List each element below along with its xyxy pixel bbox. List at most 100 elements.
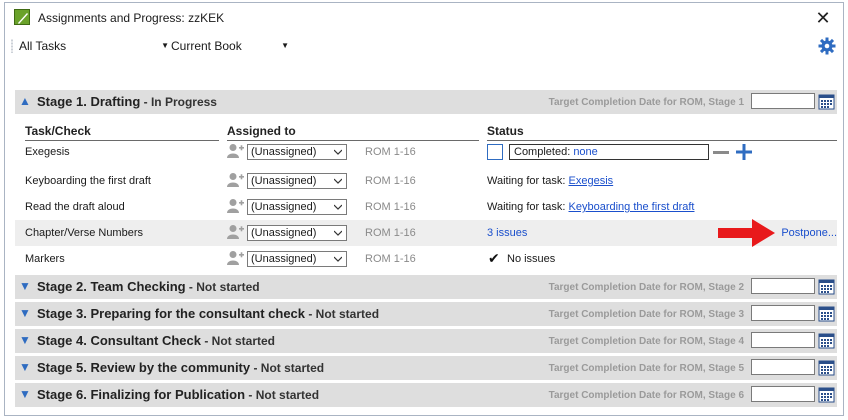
stage-6-date-input[interactable] xyxy=(751,386,815,402)
stage-6-title: Stage 6. Finalizing for Publication - No… xyxy=(37,387,320,402)
chevron-down-icon: ▼ xyxy=(161,41,169,50)
stage-4-status: - Not started xyxy=(200,334,275,348)
scope-dropdown[interactable]: Current Book ▼ xyxy=(171,37,289,55)
stage-4-header[interactable]: ▼ Stage 4. Consultant Check - Not starte… xyxy=(15,329,837,353)
gear-icon[interactable] xyxy=(818,37,836,55)
chevron-down-icon[interactable]: ▼ xyxy=(19,333,31,347)
add-user-icon[interactable] xyxy=(227,224,245,240)
stages-panel: ▲ Stage 1. Drafting - In Progress Target… xyxy=(15,63,837,409)
add-user-icon[interactable] xyxy=(227,198,245,214)
title-bar: Assignments and Progress: zzKEK ✕ xyxy=(5,3,843,33)
waiting-task-link[interactable]: Exegesis xyxy=(569,175,614,187)
chevron-down-icon xyxy=(334,149,342,155)
red-arrow-icon xyxy=(718,219,775,247)
toolbar: All Tasks ▼ Current Book ▼ xyxy=(5,33,843,59)
issues-link[interactable]: 3 issues xyxy=(487,227,527,239)
calendar-icon[interactable] xyxy=(818,305,835,322)
stage-5-header[interactable]: ▼ Stage 5. Review by the community - Not… xyxy=(15,356,837,380)
complete-checkbox[interactable] xyxy=(487,144,503,160)
book-range: ROM 1-16 xyxy=(365,175,416,187)
stage-1-target-label: Target Completion Date for ROM, Stage 1 xyxy=(548,97,744,108)
column-header-status: Status xyxy=(487,124,524,138)
toolbar-grip-icon[interactable] xyxy=(11,39,13,53)
add-chapter-button[interactable] xyxy=(735,143,753,161)
divider xyxy=(227,140,479,141)
chevron-down-icon: ▼ xyxy=(281,41,289,50)
task-name: Read the draft aloud xyxy=(25,201,125,213)
assignee-dropdown[interactable]: (Unassigned) xyxy=(247,199,347,215)
calendar-icon[interactable] xyxy=(818,359,835,376)
stage-6-status: - Not started xyxy=(245,388,320,402)
stage-2-header[interactable]: ▼ Stage 2. Team Checking - Not started T… xyxy=(15,275,837,299)
assignee-value: (Unassigned) xyxy=(251,201,317,213)
task-filter-dropdown[interactable]: All Tasks ▼ xyxy=(19,37,169,55)
stage-5-date-input[interactable] xyxy=(751,359,815,375)
calendar-icon[interactable] xyxy=(818,278,835,295)
stage-1-date-input[interactable] xyxy=(751,93,815,109)
checkmark-icon: ✔ xyxy=(488,250,500,266)
completed-field: Completed: none xyxy=(509,144,709,160)
stage-2-title: Stage 2. Team Checking - Not started xyxy=(37,279,260,294)
stage-1-title: Stage 1. Drafting - In Progress xyxy=(37,94,217,109)
task-name: Chapter/Verse Numbers xyxy=(25,227,143,239)
stage-3-date-input[interactable] xyxy=(751,305,815,321)
stage-4-date-input[interactable] xyxy=(751,332,815,348)
stage-1-tasks: Task/Check Assigned to Status Exegesis (… xyxy=(15,115,837,273)
task-row-markers: Markers (Unassigned) ROM 1-16 ✔ No issue… xyxy=(15,246,837,272)
task-row-read-aloud: Read the draft aloud (Unassigned) ROM 1-… xyxy=(15,194,837,220)
waiting-task-link[interactable]: Keyboarding the first draft xyxy=(569,201,695,213)
assignee-value: (Unassigned) xyxy=(251,175,317,187)
task-status: Waiting for task: Keyboarding the first … xyxy=(487,201,695,213)
assignee-dropdown[interactable]: (Unassigned) xyxy=(247,173,347,189)
add-user-icon[interactable] xyxy=(227,143,245,159)
remove-chapter-button[interactable] xyxy=(713,151,729,154)
app-logo-icon xyxy=(14,9,30,25)
column-header-assigned: Assigned to xyxy=(227,124,296,138)
stage-5-status: - Not started xyxy=(250,361,325,375)
calendar-icon[interactable] xyxy=(818,386,835,403)
close-button[interactable]: ✕ xyxy=(811,6,835,30)
stage-3-target-label: Target Completion Date for ROM, Stage 3 xyxy=(548,309,744,320)
chevron-down-icon[interactable]: ▼ xyxy=(19,360,31,374)
stage-1-header[interactable]: ▲ Stage 1. Drafting - In Progress Target… xyxy=(15,90,837,114)
chevron-down-icon[interactable]: ▼ xyxy=(19,306,31,320)
stage-4-target-label: Target Completion Date for ROM, Stage 4 xyxy=(548,336,744,347)
add-user-icon[interactable] xyxy=(227,172,245,188)
chevron-down-icon xyxy=(334,178,342,184)
assignee-dropdown[interactable]: (Unassigned) xyxy=(247,251,347,267)
assignee-value: (Unassigned) xyxy=(251,253,317,265)
stage-2-status: - Not started xyxy=(185,280,260,294)
stage-2-date-input[interactable] xyxy=(751,278,815,294)
stage-3-header[interactable]: ▼ Stage 3. Preparing for the consultant … xyxy=(15,302,837,326)
assignee-dropdown[interactable]: (Unassigned) xyxy=(247,144,347,160)
add-user-icon[interactable] xyxy=(227,250,245,266)
stage-5-target-label: Target Completion Date for ROM, Stage 5 xyxy=(548,363,744,374)
calendar-icon[interactable] xyxy=(818,332,835,349)
assignee-dropdown[interactable]: (Unassigned) xyxy=(247,225,347,241)
stage-2-target-label: Target Completion Date for ROM, Stage 2 xyxy=(548,282,744,293)
chevron-down-icon[interactable]: ▼ xyxy=(19,387,31,401)
book-range: ROM 1-16 xyxy=(365,253,416,265)
chevron-up-icon[interactable]: ▲ xyxy=(19,94,31,108)
stage-3-title: Stage 3. Preparing for the consultant ch… xyxy=(37,306,380,321)
postpone-link[interactable]: Postpone... xyxy=(781,227,837,239)
assignee-value: (Unassigned) xyxy=(251,227,317,239)
assignee-value: (Unassigned) xyxy=(251,146,317,158)
task-row-exegesis: Exegesis (Unassigned) ROM 1-16 Completed… xyxy=(15,142,837,168)
chevron-down-icon xyxy=(334,256,342,262)
task-row-chapter-verse: Chapter/Verse Numbers (Unassigned) ROM 1… xyxy=(15,219,837,247)
task-name: Exegesis xyxy=(25,146,70,158)
completed-label: Completed: xyxy=(514,146,574,158)
stage-3-status: - Not started xyxy=(305,307,380,321)
stage-6-header[interactable]: ▼ Stage 6. Finalizing for Publication - … xyxy=(15,383,837,407)
book-range: ROM 1-16 xyxy=(365,201,416,213)
chevron-down-icon[interactable]: ▼ xyxy=(19,279,31,293)
chevron-down-icon xyxy=(334,230,342,236)
calendar-icon[interactable] xyxy=(818,93,835,110)
task-row-keyboarding: Keyboarding the first draft (Unassigned)… xyxy=(15,168,837,194)
book-range: ROM 1-16 xyxy=(365,227,416,239)
completed-value[interactable]: none xyxy=(573,146,597,158)
task-status: Waiting for task: Exegesis xyxy=(487,175,614,187)
scope-value: Current Book xyxy=(171,39,242,53)
stage-5-title: Stage 5. Review by the community - Not s… xyxy=(37,360,325,375)
